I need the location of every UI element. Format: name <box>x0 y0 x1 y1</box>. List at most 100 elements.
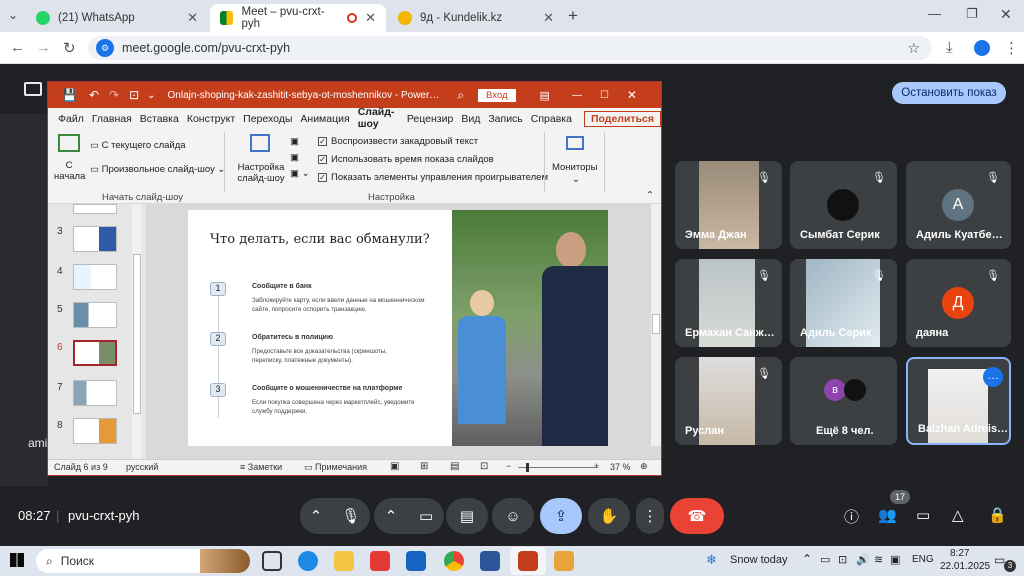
zoom-level[interactable]: 37 % <box>610 462 631 472</box>
timings-checkbox[interactable]: ✓ Использовать время показа слайдов <box>318 154 494 165</box>
participant-tile[interactable]: 🎙 Руслан <box>675 357 782 445</box>
save-icon[interactable]: 💾 <box>62 88 77 102</box>
zoom-in-icon[interactable]: + <box>594 461 599 471</box>
slide-thumbnail[interactable] <box>73 204 117 214</box>
tab-animation[interactable]: Анимация <box>296 113 353 125</box>
clock-time[interactable]: 8:27 <box>950 548 969 559</box>
leave-call-button[interactable]: ☎ <box>670 498 724 534</box>
close-icon[interactable]: ✕ <box>543 10 554 26</box>
sign-in-button[interactable]: Вход <box>478 88 516 102</box>
reactions-button[interactable]: ☺ <box>492 498 534 534</box>
participant-tile[interactable]: А 🎙 Адиль Куатбе… <box>906 161 1011 249</box>
site-settings-icon[interactable]: ⚙ <box>96 39 114 57</box>
scrollbar-thumb[interactable] <box>652 314 660 334</box>
custom-show-button[interactable]: ▭ Произвольное слайд-шоу ⌄ <box>90 164 225 175</box>
media-icon[interactable] <box>554 551 574 571</box>
close-icon[interactable]: ✕ <box>187 10 198 26</box>
participant-tile[interactable]: 🎙 Ермахан Санж… <box>675 259 782 347</box>
setup-show-button[interactable]: Настройка слайд-шоу <box>236 162 286 184</box>
tab-whatsapp[interactable]: (21) WhatsApp ✕ <box>26 4 208 32</box>
powerpoint-icon[interactable] <box>518 551 538 571</box>
zoom-slider[interactable] <box>518 467 598 468</box>
store-icon[interactable] <box>370 551 390 571</box>
from-start-button[interactable]: С начала <box>54 160 85 182</box>
chevron-down-icon[interactable]: ⌄ <box>572 174 580 185</box>
info-icon[interactable]: ⓘ <box>844 506 859 527</box>
sorter-view-icon[interactable]: ⊞ <box>420 461 428 472</box>
task-view-icon[interactable] <box>262 551 282 571</box>
slide-thumbnail[interactable] <box>73 264 117 290</box>
close-icon[interactable]: ✕ <box>627 88 637 102</box>
collapse-ribbon-icon[interactable]: ⌃ <box>646 190 654 201</box>
url-field[interactable]: ⚙ meet.google.com/pvu-crxt-pyh ☆ <box>88 36 932 60</box>
tab-record[interactable]: Запись <box>484 113 526 125</box>
participant-tile[interactable]: Д 🎙 даяна <box>906 259 1011 347</box>
edge-icon[interactable] <box>298 551 318 571</box>
qat-dropdown-icon[interactable]: ⌄ <box>147 90 155 101</box>
hide-slide-icon[interactable]: ▣ <box>290 136 299 147</box>
participant-tile[interactable]: 🎙 Эмма Джан <box>675 161 782 249</box>
language[interactable]: русский <box>126 462 158 472</box>
notes-button[interactable]: ≡ Заметки <box>240 462 282 472</box>
mic-icon[interactable]: 🎙 <box>341 507 360 525</box>
slideshow-view-icon[interactable]: ⊡ <box>480 461 488 472</box>
input-language[interactable]: ENG <box>912 554 934 565</box>
weather-text[interactable]: Snow today <box>730 554 787 566</box>
battery-icon[interactable]: ▭ <box>820 553 830 566</box>
normal-view-icon[interactable]: ▣ <box>390 461 399 472</box>
tab-view[interactable]: Вид <box>457 113 484 125</box>
reading-view-icon[interactable]: ▤ <box>450 461 459 472</box>
self-view-tile[interactable]: … Balzhan Adreis… <box>906 357 1011 445</box>
tab-file[interactable]: Файл <box>54 113 88 125</box>
close-icon[interactable]: ✕ <box>365 10 376 26</box>
record-icon[interactable]: ▣ ⌄ <box>290 168 310 179</box>
present-button[interactable]: ⇪ <box>540 498 582 534</box>
controls-checkbox[interactable]: ✓ Показать элементы управления проигрыват… <box>318 172 548 183</box>
fit-slide-icon[interactable]: ⊕ <box>640 461 648 472</box>
tab-help[interactable]: Справка <box>527 113 576 125</box>
undo-icon[interactable]: ↶ <box>89 88 99 102</box>
rehearse-icon[interactable]: ▣ <box>290 152 299 163</box>
minimize-icon[interactable]: — <box>928 6 941 21</box>
forward-icon[interactable]: → <box>36 39 51 56</box>
redo-icon[interactable]: ↷ <box>109 88 119 102</box>
reload-icon[interactable]: ↻ <box>63 39 76 57</box>
monitors-button[interactable]: Мониторы <box>552 162 598 173</box>
tab-home[interactable]: Главная <box>88 113 136 125</box>
narration-checkbox[interactable]: ✓ Воспроизвести закадровый текст <box>318 136 478 147</box>
search-icon[interactable]: ⌕ <box>457 88 464 103</box>
people-icon[interactable]: 👥 <box>878 506 897 524</box>
mic-control[interactable]: ⌃ 🎙 <box>300 498 370 534</box>
present-icon[interactable]: ⊡ <box>129 88 139 102</box>
close-window-icon[interactable]: ✕ <box>1000 6 1012 23</box>
scrollbar-thumb[interactable] <box>133 254 141 414</box>
tab-search-icon[interactable]: ⌄ <box>8 8 18 22</box>
share-button[interactable]: Поделиться <box>583 111 661 127</box>
tab-meet[interactable]: Meet – pvu-crxt-pyh ✕ <box>210 4 386 32</box>
restore-icon[interactable]: ❐ <box>966 6 978 22</box>
wifi-icon[interactable]: ≋ <box>874 553 883 566</box>
taskbar-search[interactable]: ⌕ Поиск <box>36 549 250 573</box>
minimize-icon[interactable]: — <box>572 90 582 101</box>
download-icon[interactable]: ⤓ <box>946 39 953 56</box>
slide-thumbnail[interactable] <box>73 226 117 252</box>
participant-tile[interactable]: 🎙 Адиль Серик <box>790 259 897 347</box>
zoom-slider-thumb[interactable] <box>526 463 529 472</box>
outlook-icon[interactable] <box>406 551 426 571</box>
current-slide[interactable]: Что делать, если вас обманули? 1 Сообщит… <box>188 210 608 446</box>
chevron-up-icon[interactable]: ⌃ <box>385 507 398 525</box>
stop-presenting-button[interactable]: Остановить показ <box>892 82 1006 104</box>
more-options-icon[interactable]: … <box>983 367 1003 387</box>
slide-thumbnail-active[interactable] <box>73 340 117 366</box>
bookmark-star-icon[interactable]: ☆ <box>907 40 920 57</box>
captions-button[interactable]: ▤ <box>446 498 488 534</box>
clock-date[interactable]: 22.01.2025 <box>940 561 990 572</box>
host-controls-icon[interactable]: 🔒 <box>988 506 1007 524</box>
comments-button[interactable]: ▭ Примечания <box>304 462 367 473</box>
speaker-icon[interactable]: 🔊 <box>856 553 870 566</box>
slide-photo[interactable] <box>452 210 608 446</box>
chevron-up-icon[interactable]: ⌃ <box>310 507 323 525</box>
tab-kundelik[interactable]: 9д - Kundelik.kz ✕ <box>388 4 564 32</box>
network-icon[interactable]: ⊡ <box>838 553 847 566</box>
slide-thumbnail[interactable] <box>73 380 117 406</box>
